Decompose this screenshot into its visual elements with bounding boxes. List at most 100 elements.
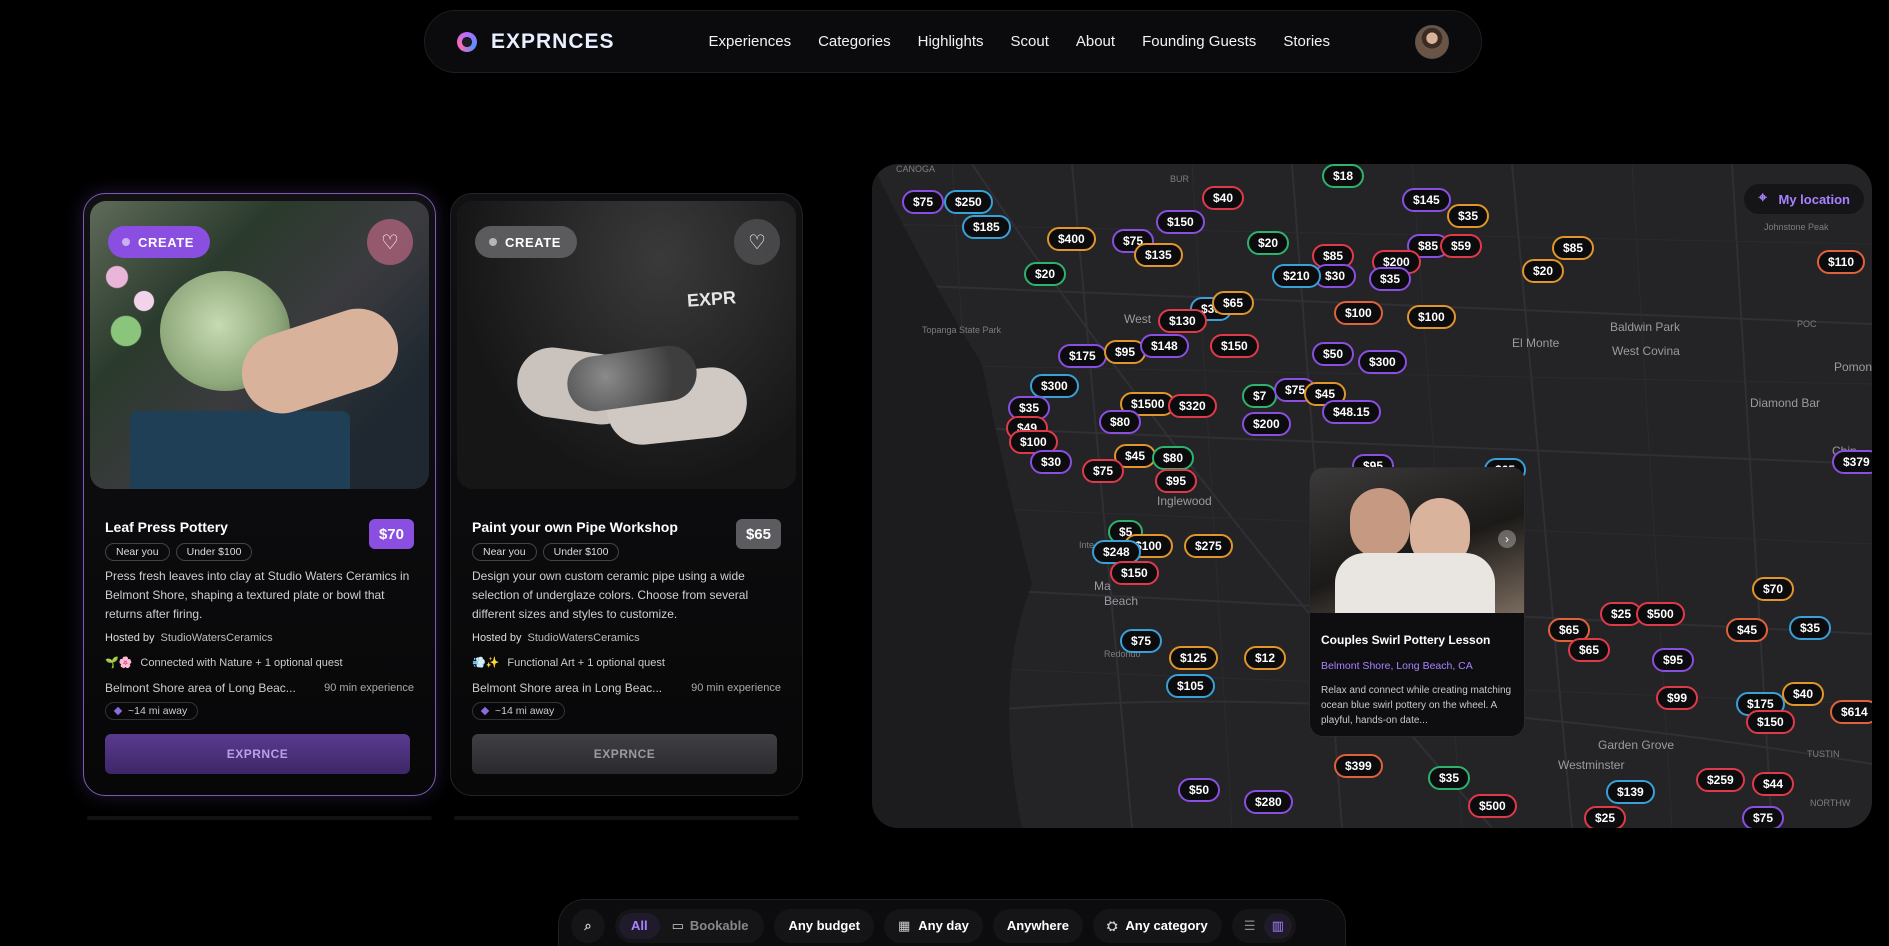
- price-pin[interactable]: $18: [1322, 164, 1365, 188]
- price-pin[interactable]: $500: [1468, 794, 1517, 818]
- price-pin[interactable]: $48.15: [1322, 400, 1381, 424]
- price-pin[interactable]: $148: [1140, 334, 1189, 358]
- nav-link-stories[interactable]: Stories: [1283, 33, 1330, 50]
- price-pin[interactable]: $614: [1830, 700, 1872, 724]
- price-pin[interactable]: $500: [1636, 602, 1685, 626]
- map-popup-card[interactable]: › Couples Swirl Pottery Lesson Belmont S…: [1309, 467, 1525, 737]
- favorite-heart-icon[interactable]: ♡: [734, 219, 780, 265]
- exprnce-button[interactable]: EXPRNCE: [105, 734, 410, 774]
- price-pin[interactable]: $80: [1099, 410, 1142, 434]
- price-pin[interactable]: $50: [1312, 342, 1355, 366]
- price-pin[interactable]: $35: [1789, 616, 1832, 640]
- price-pin[interactable]: $145: [1402, 188, 1451, 212]
- experience-card[interactable]: EXPR CREATE ♡ Paint your own Pipe Worksh…: [450, 193, 803, 796]
- price-pin[interactable]: $99: [1656, 686, 1699, 710]
- brand-logo[interactable]: EXPRNCES: [457, 30, 615, 54]
- category-filter[interactable]: ⛭ Any category: [1092, 908, 1222, 943]
- price-pin[interactable]: $44: [1752, 772, 1795, 796]
- avatar[interactable]: [1415, 24, 1449, 59]
- price-pin[interactable]: $130: [1158, 309, 1207, 333]
- price-pin[interactable]: $20: [1522, 259, 1565, 283]
- price-pin[interactable]: $150: [1110, 561, 1159, 585]
- day-filter[interactable]: ▦ Any day: [883, 908, 983, 943]
- price-pin[interactable]: $100: [1407, 305, 1456, 329]
- price-pin[interactable]: $75: [902, 190, 945, 214]
- location-filter[interactable]: Anywhere: [992, 908, 1083, 943]
- price-pin[interactable]: $30: [1030, 450, 1073, 474]
- map-view-icon[interactable]: ▥: [1263, 912, 1292, 939]
- price-pin[interactable]: $35: [1447, 204, 1490, 228]
- price-pin[interactable]: $75: [1120, 629, 1163, 653]
- favorite-heart-icon[interactable]: ♡: [367, 219, 413, 265]
- price-pin[interactable]: $50: [1178, 778, 1221, 802]
- price-pin[interactable]: $200: [1242, 412, 1291, 436]
- price-pin[interactable]: $12: [1244, 646, 1287, 670]
- search-icon[interactable]: ⌕: [571, 908, 605, 943]
- nav-link-scout[interactable]: Scout: [1011, 33, 1049, 50]
- nav-link-categories[interactable]: Categories: [818, 33, 891, 50]
- budget-filter[interactable]: Any budget: [774, 908, 874, 943]
- nav-link-founding-guests[interactable]: Founding Guests: [1142, 33, 1256, 50]
- quest-text: Connected with Nature + 1 optional quest: [140, 656, 343, 669]
- price-pin[interactable]: $400: [1047, 227, 1096, 251]
- price-pin[interactable]: $70: [1752, 577, 1795, 601]
- next-arrow-icon[interactable]: ›: [1498, 530, 1516, 548]
- map-label: CANOGA: [896, 164, 936, 174]
- price-pin[interactable]: $320: [1168, 394, 1217, 418]
- day-filter-label: Any day: [918, 918, 969, 933]
- price-pin[interactable]: $75: [1742, 806, 1785, 828]
- price-pin[interactable]: $259: [1696, 768, 1745, 792]
- price-pin[interactable]: $300: [1030, 374, 1079, 398]
- price-pin[interactable]: $75: [1082, 459, 1125, 483]
- price-pin[interactable]: $45: [1726, 618, 1769, 642]
- price-pin[interactable]: $105: [1166, 674, 1215, 698]
- top-nav: EXPRNCES Experiences Categories Highligh…: [424, 10, 1482, 73]
- list-view-icon[interactable]: ☰: [1236, 913, 1264, 939]
- price-pin[interactable]: $100: [1334, 301, 1383, 325]
- price-pin[interactable]: $125: [1169, 646, 1218, 670]
- filter-all[interactable]: All: [619, 912, 660, 939]
- price-pin[interactable]: $275: [1184, 534, 1233, 558]
- price-pin[interactable]: $150: [1746, 710, 1795, 734]
- price-pin[interactable]: $35: [1369, 267, 1412, 291]
- brand-name: EXPRNCES: [491, 29, 615, 53]
- price-pin[interactable]: $65: [1212, 291, 1255, 315]
- price-pin[interactable]: $95: [1155, 469, 1198, 493]
- price-pin[interactable]: $20: [1024, 262, 1067, 286]
- price-pin[interactable]: $399: [1334, 754, 1383, 778]
- price-pin[interactable]: $59: [1440, 234, 1483, 258]
- price-pin[interactable]: $40: [1782, 682, 1825, 706]
- experience-card[interactable]: CREATE ♡ Leaf Press Pottery $70 Near you…: [83, 193, 436, 796]
- price-pin[interactable]: $379: [1832, 450, 1872, 474]
- price-pin[interactable]: $175: [1058, 344, 1107, 368]
- price-pin[interactable]: $150: [1156, 210, 1205, 234]
- price-pin[interactable]: $35: [1428, 766, 1471, 790]
- price-pin[interactable]: $7: [1242, 384, 1278, 408]
- price-pin[interactable]: $40: [1202, 186, 1245, 210]
- price-pin[interactable]: $135: [1134, 243, 1183, 267]
- host-name[interactable]: StudioWatersCeramics: [528, 632, 640, 644]
- map-label: Diamond Bar: [1750, 396, 1821, 410]
- price-pin[interactable]: $25: [1584, 806, 1627, 828]
- price-pin[interactable]: $139: [1606, 780, 1655, 804]
- price-pin[interactable]: $80: [1152, 446, 1195, 470]
- price-pin[interactable]: $85: [1552, 236, 1595, 260]
- experience-map[interactable]: CANOGA BUR Topanga State Park West Baldw…: [872, 164, 1872, 828]
- price-pin[interactable]: $20: [1247, 231, 1290, 255]
- nav-link-highlights[interactable]: Highlights: [918, 33, 984, 50]
- filter-bookable[interactable]: ▭ Bookable: [660, 913, 761, 939]
- host-name[interactable]: StudioWatersCeramics: [161, 632, 273, 644]
- price-pin[interactable]: $110: [1817, 250, 1866, 274]
- price-pin[interactable]: $250: [944, 190, 993, 214]
- price-pin[interactable]: $280: [1244, 790, 1293, 814]
- price-pin[interactable]: $210: [1272, 264, 1321, 288]
- nav-link-about[interactable]: About: [1076, 33, 1115, 50]
- price-pin[interactable]: $300: [1358, 350, 1407, 374]
- nav-link-experiences[interactable]: Experiences: [709, 33, 792, 50]
- price-pin[interactable]: $95: [1652, 648, 1695, 672]
- exprnce-button[interactable]: EXPRNCE: [472, 734, 777, 774]
- price-pin[interactable]: $65: [1568, 638, 1611, 662]
- price-pin[interactable]: $150: [1210, 334, 1259, 358]
- my-location-button[interactable]: My location: [1744, 184, 1864, 214]
- price-pin[interactable]: $185: [962, 215, 1011, 239]
